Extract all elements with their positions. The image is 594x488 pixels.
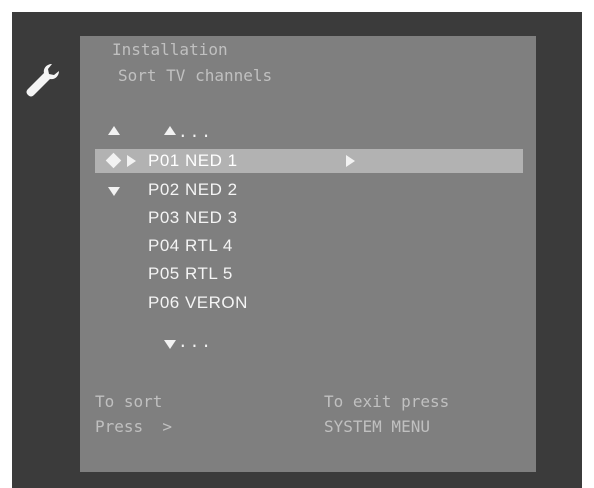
channel-row-p02[interactable]: P02 NED 2 xyxy=(95,178,523,202)
channel-label: P03 NED 3 xyxy=(148,208,238,227)
sort-hint-line1: To sort xyxy=(95,392,163,411)
more-below-icon xyxy=(164,340,176,349)
channel-row-p04[interactable]: P04 RTL 4 xyxy=(95,234,523,258)
channel-row-p03[interactable]: P03 NED 3 xyxy=(95,206,523,230)
channel-label: P02 NED 2 xyxy=(148,180,238,199)
scroll-down-icon[interactable] xyxy=(108,187,120,196)
channel-label: P04 RTL 4 xyxy=(148,236,233,255)
channel-label: P05 RTL 5 xyxy=(148,264,233,283)
scroll-up-icon[interactable] xyxy=(108,126,120,135)
select-arrow-icon[interactable] xyxy=(346,155,355,167)
breadcrumb-installation: Installation xyxy=(112,40,228,59)
channel-row-p05[interactable]: P05 RTL 5 xyxy=(95,262,523,286)
navigate-diamond-icon xyxy=(105,152,122,169)
row-pointer-icon xyxy=(127,155,136,167)
more-above-ellipsis: ... xyxy=(178,122,213,141)
exit-hint-line2: SYSTEM MENU xyxy=(324,417,430,436)
sort-hint-line2: Press > xyxy=(95,417,173,436)
channel-row-p06[interactable]: P06 VERON xyxy=(95,291,523,315)
channel-label: P06 VERON xyxy=(148,293,248,312)
more-below-ellipsis: ... xyxy=(178,332,213,351)
channel-row-p01[interactable]: P01 NED 1 xyxy=(95,149,523,173)
channel-label: P01 NED 1 xyxy=(148,151,238,170)
more-above-icon xyxy=(164,126,176,135)
exit-hint-line1: To exit press xyxy=(324,392,450,411)
page-title: Sort TV channels xyxy=(118,66,273,85)
wrench-icon xyxy=(26,64,59,97)
